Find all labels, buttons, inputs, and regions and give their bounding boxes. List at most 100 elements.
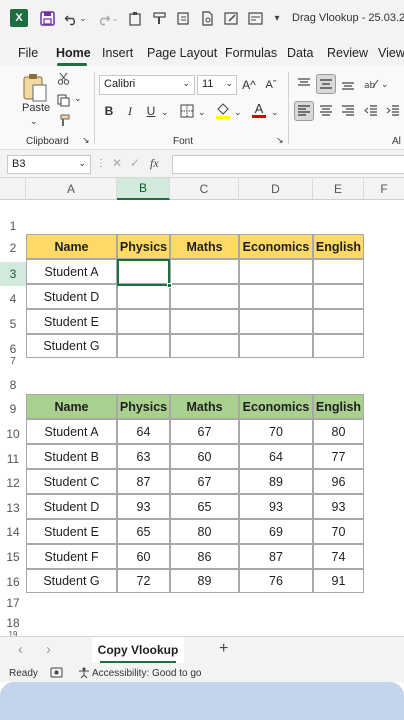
font-size-box[interactable]: 11 ⌄ bbox=[197, 75, 237, 95]
row-header-2[interactable]: 2 bbox=[0, 237, 26, 259]
table-cell[interactable] bbox=[313, 309, 364, 334]
table-cell[interactable]: 60 bbox=[117, 544, 170, 569]
copy-dropdown-icon[interactable]: ⌄ bbox=[74, 93, 82, 104]
row-header-7[interactable]: 7 bbox=[0, 355, 26, 367]
format-painter-icon[interactable] bbox=[150, 9, 168, 27]
next-sheet-icon[interactable]: › bbox=[46, 641, 51, 658]
table-cell[interactable]: Student C bbox=[26, 469, 117, 494]
table-cell[interactable]: Student A bbox=[26, 419, 117, 444]
align-top-icon[interactable] bbox=[295, 75, 313, 93]
bold-button[interactable]: B bbox=[101, 102, 117, 120]
table-cell[interactable]: 64 bbox=[117, 419, 170, 444]
table-header-cell[interactable]: Physics bbox=[117, 234, 170, 259]
table-cell[interactable] bbox=[239, 334, 313, 358]
insert-function-icon[interactable]: fx bbox=[150, 156, 159, 171]
add-sheet-button[interactable]: + bbox=[219, 640, 228, 658]
row-header-10[interactable]: 10 bbox=[0, 423, 26, 445]
table-cell[interactable]: 65 bbox=[117, 519, 170, 544]
orientation-icon[interactable]: ab bbox=[362, 75, 380, 93]
table-cell[interactable] bbox=[313, 259, 364, 284]
underline-dropdown-icon[interactable]: ⌄ bbox=[161, 107, 169, 118]
column-header-f[interactable]: F bbox=[364, 178, 404, 200]
tab-review[interactable]: Review bbox=[327, 46, 368, 60]
table-cell[interactable] bbox=[170, 259, 239, 284]
align-bottom-icon[interactable] bbox=[339, 75, 357, 93]
table-header-cell[interactable]: Name bbox=[26, 394, 117, 419]
table-cell[interactable]: 70 bbox=[313, 519, 364, 544]
column-header-e[interactable]: E bbox=[313, 178, 364, 200]
undo-dropdown-icon[interactable]: ⌄ bbox=[78, 9, 88, 27]
table-cell[interactable] bbox=[239, 284, 313, 309]
table-cell[interactable]: 76 bbox=[239, 569, 313, 593]
row-header-4[interactable]: 4 bbox=[0, 288, 26, 310]
select-all-corner[interactable] bbox=[0, 178, 26, 200]
align-left-icon[interactable] bbox=[294, 101, 314, 121]
fill-handle[interactable] bbox=[167, 283, 172, 288]
copy-icon[interactable] bbox=[55, 92, 71, 108]
table-cell[interactable]: Student G bbox=[26, 569, 117, 593]
table-cell[interactable]: 89 bbox=[239, 469, 313, 494]
table-cell[interactable]: 91 bbox=[313, 569, 364, 593]
fill-color-dropdown-icon[interactable]: ⌄ bbox=[234, 107, 242, 118]
table-cell[interactable]: 89 bbox=[170, 569, 239, 593]
customize-toolbar-icon[interactable]: ▾ bbox=[268, 9, 286, 27]
table-cell[interactable] bbox=[239, 259, 313, 284]
table-cell[interactable]: Student E bbox=[26, 309, 117, 334]
table-cell[interactable]: 77 bbox=[313, 444, 364, 469]
row-header-14[interactable]: 14 bbox=[0, 521, 26, 543]
accessibility-status[interactable]: Accessibility: Good to go bbox=[92, 668, 202, 679]
row-header-15[interactable]: 15 bbox=[0, 546, 26, 568]
table-header-cell[interactable]: Economics bbox=[239, 394, 313, 419]
grow-font-button[interactable]: A^ bbox=[240, 76, 258, 94]
edit-icon[interactable] bbox=[222, 9, 240, 27]
print-preview-icon[interactable] bbox=[198, 9, 216, 27]
font-name-dropdown-icon[interactable]: ⌄ bbox=[182, 78, 190, 89]
row-header-13[interactable]: 13 bbox=[0, 497, 26, 519]
format-painter-brush-icon[interactable] bbox=[55, 112, 71, 128]
save-icon[interactable] bbox=[38, 9, 56, 27]
prev-sheet-icon[interactable]: ‹ bbox=[18, 641, 23, 658]
table-cell[interactable] bbox=[313, 284, 364, 309]
table-header-cell[interactable]: Maths bbox=[170, 394, 239, 419]
table-cell[interactable]: 60 bbox=[170, 444, 239, 469]
row-header-1[interactable]: 1 bbox=[0, 216, 26, 236]
underline-button[interactable]: U bbox=[143, 102, 159, 120]
table-cell[interactable]: 80 bbox=[313, 419, 364, 444]
cancel-icon[interactable]: ✕ bbox=[112, 156, 122, 170]
tab-formulas[interactable]: Formulas bbox=[225, 46, 277, 60]
table-cell[interactable] bbox=[170, 284, 239, 309]
table-header-cell[interactable]: English bbox=[313, 394, 364, 419]
name-box[interactable]: B3 ⌄ bbox=[7, 155, 91, 174]
paste-clipboard-icon[interactable] bbox=[126, 9, 144, 27]
table-cell[interactable]: Student D bbox=[26, 284, 117, 309]
table-cell[interactable] bbox=[170, 309, 239, 334]
redo-dropdown-icon[interactable]: ⌄ bbox=[110, 9, 120, 27]
align-right-icon[interactable] bbox=[339, 102, 357, 120]
formula-input[interactable] bbox=[172, 155, 404, 174]
paste-dropdown-icon[interactable]: ⌄ bbox=[30, 116, 38, 127]
table-cell[interactable]: 93 bbox=[239, 494, 313, 519]
table-header-cell[interactable]: Physics bbox=[117, 394, 170, 419]
clipboard-launcher-icon[interactable]: ↘ bbox=[82, 135, 90, 146]
table-cell[interactable]: 64 bbox=[239, 444, 313, 469]
table-cell[interactable]: 86 bbox=[170, 544, 239, 569]
column-header-c[interactable]: C bbox=[170, 178, 239, 200]
tab-view[interactable]: View bbox=[378, 46, 404, 60]
row-header-9[interactable]: 9 bbox=[0, 398, 26, 420]
table-header-cell[interactable]: Name bbox=[26, 234, 117, 259]
table-cell[interactable] bbox=[313, 334, 364, 358]
column-header-b[interactable]: B bbox=[117, 178, 170, 200]
table-cell[interactable]: Student D bbox=[26, 494, 117, 519]
accessibility-icon[interactable] bbox=[78, 667, 90, 679]
align-center-icon[interactable] bbox=[317, 102, 335, 120]
borders-dropdown-icon[interactable]: ⌄ bbox=[198, 107, 206, 118]
table-cell[interactable] bbox=[117, 284, 170, 309]
table-cell[interactable]: Student A bbox=[26, 259, 117, 284]
paste-icon[interactable] bbox=[20, 72, 50, 104]
align-middle-icon[interactable] bbox=[316, 74, 336, 94]
table-cell[interactable]: 70 bbox=[239, 419, 313, 444]
table-cell[interactable] bbox=[117, 309, 170, 334]
table-cell[interactable] bbox=[117, 334, 170, 358]
table-cell[interactable]: Student E bbox=[26, 519, 117, 544]
column-header-d[interactable]: D bbox=[239, 178, 313, 200]
